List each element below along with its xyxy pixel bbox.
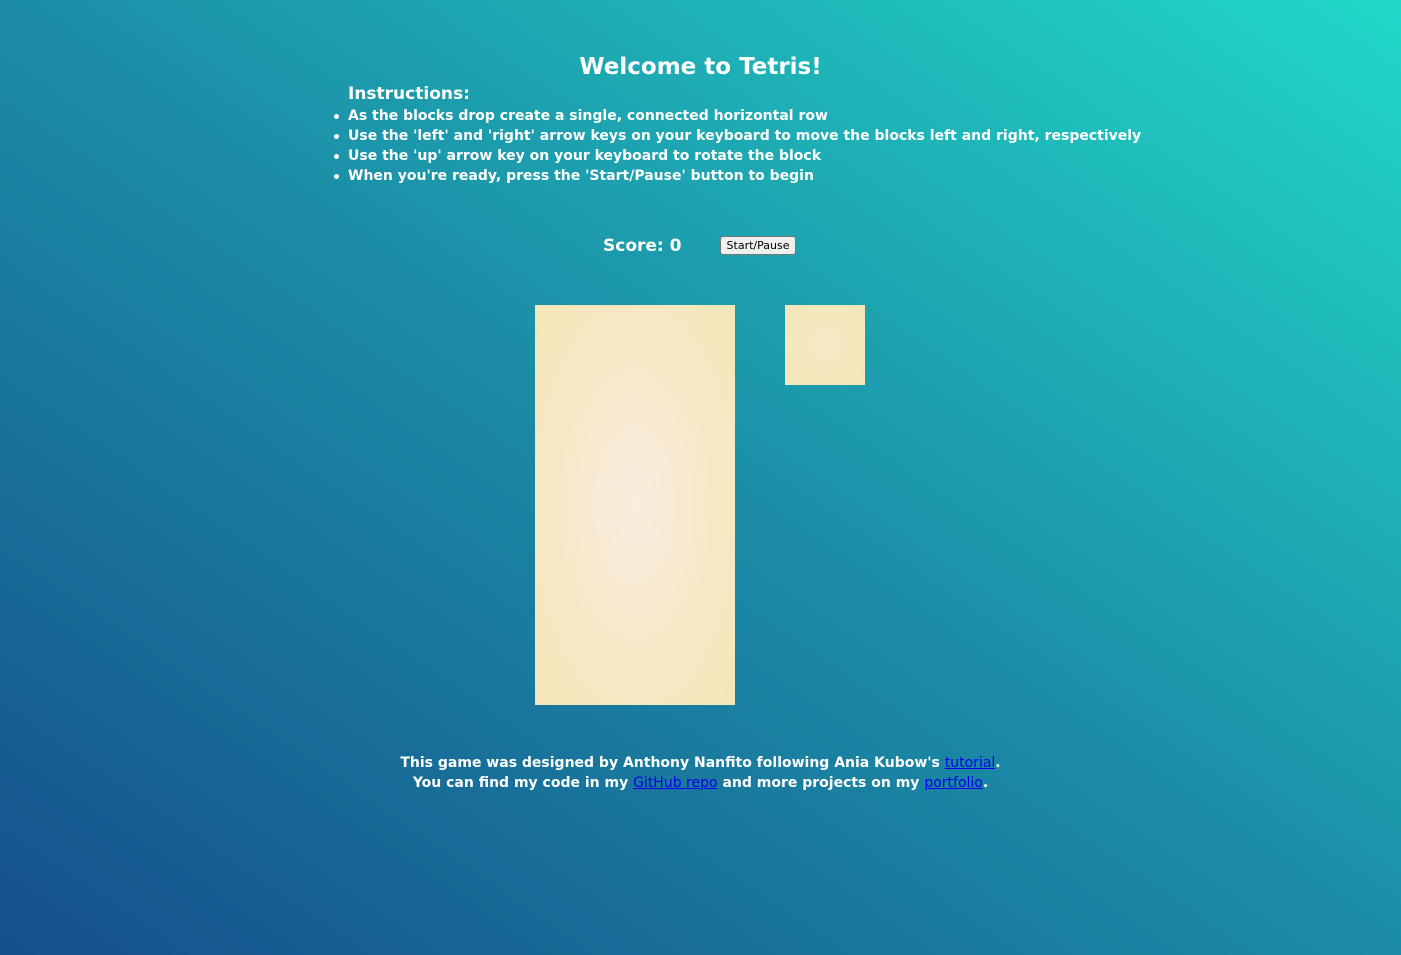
portfolio-link[interactable]: portfolio	[924, 775, 983, 791]
instruction-item: Use the 'left' and 'right' arrow keys on…	[334, 128, 1142, 144]
score-value: 0	[669, 236, 682, 256]
instruction-item: Use the 'up' arrow key on your keyboard …	[334, 146, 1108, 166]
instructions-list: As the blocks drop create a single, conn…	[334, 106, 1142, 186]
github-repo-link[interactable]: GitHub repo	[633, 775, 717, 791]
page-title: Welcome to Tetris!	[579, 54, 822, 80]
start-pause-button[interactable]: Start/Pause	[720, 236, 796, 255]
score-display: Score: 0	[603, 235, 681, 257]
footer-period: .	[995, 755, 1001, 771]
instructions-panel: Instructions: As the blocks drop create …	[334, 82, 1142, 186]
footer-line-2: You can find my code in my GitHub repo a…	[0, 773, 1401, 793]
footer: This game was designed by Anthony Nanfit…	[0, 753, 1401, 793]
score-label: Score:	[603, 236, 664, 256]
footer-code-text: You can find my code in my	[412, 775, 629, 791]
instruction-item: When you're ready, press the 'Start/Paus…	[334, 166, 1108, 186]
instructions-heading: Instructions:	[348, 84, 470, 104]
footer-credit-text: This game was designed by Anthony Nanfit…	[400, 755, 940, 771]
footer-projects-text: and more projects on my	[722, 775, 920, 791]
footer-line-1: This game was designed by Anthony Nanfit…	[0, 753, 1401, 773]
tutorial-link[interactable]: tutorial	[945, 755, 996, 771]
footer-period: .	[982, 775, 989, 791]
next-piece-grid	[785, 305, 865, 385]
game-grid	[535, 305, 735, 705]
instruction-item: As the blocks drop create a single, conn…	[334, 106, 1108, 126]
